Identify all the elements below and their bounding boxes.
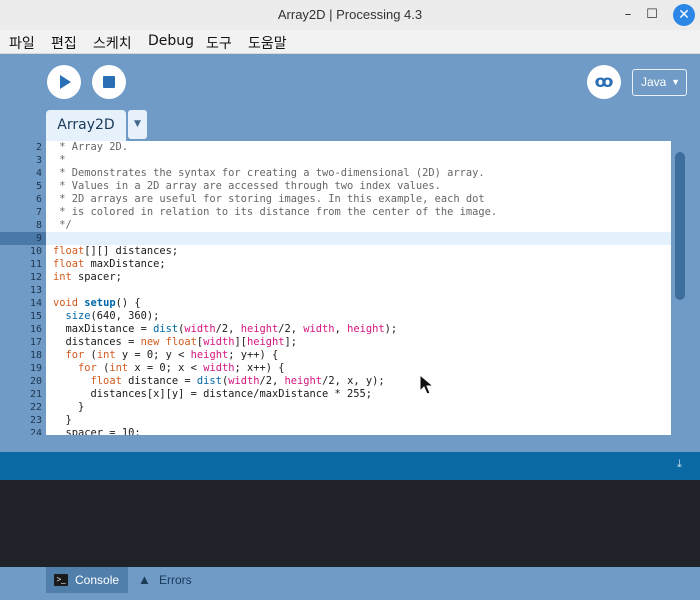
title-bar: Array2D | Processing 4.3 – ☐ ✕: [0, 0, 700, 30]
line-number: 22: [29, 402, 42, 413]
code-line: for (int y = 0; y < height; y++) {: [65, 349, 279, 361]
line-number: 9: [35, 233, 42, 244]
code-line: float[][] distances;: [53, 245, 179, 257]
mode-label: Java: [641, 75, 667, 89]
close-button[interactable]: ✕: [673, 4, 695, 26]
tab-array2d[interactable]: Array2D: [46, 110, 126, 141]
tab-menu-button[interactable]: ▼: [128, 110, 147, 139]
line-number: 16: [29, 324, 42, 335]
line-number: 17: [29, 337, 42, 348]
line-number: 13: [29, 285, 42, 296]
code-line: * Demonstrates the syntax for creating a…: [53, 167, 485, 179]
line-number: 23: [29, 415, 42, 426]
menu-help[interactable]: 도움말: [248, 33, 287, 53]
line-number: 12: [29, 272, 42, 283]
terminal-icon: >_: [54, 574, 68, 586]
stop-button[interactable]: [92, 65, 126, 99]
status-bar: [0, 452, 700, 480]
code-line: * Array 2D.: [53, 141, 129, 153]
code-line: float distance = dist(width/2, height/2,…: [90, 375, 385, 387]
maximize-button[interactable]: ☐: [641, 4, 663, 26]
code-line: */: [53, 219, 72, 231]
code-line: *: [53, 154, 66, 166]
line-number-gutter: 2 3 4 5 6 7 8 9 10 11 12 13 14 15 16 17 18 19 20 21 22 23 24: [0, 141, 46, 435]
line-number: 21: [29, 389, 42, 400]
line-number: 3: [35, 155, 42, 166]
mouse-cursor: [419, 374, 435, 395]
menu-bar: 파일 편집 스케치 Debug 도구 도움말: [0, 30, 700, 54]
line-number: 2: [35, 142, 42, 153]
line-number: 10: [29, 246, 42, 257]
code-line: float maxDistance;: [53, 258, 166, 270]
bottom-tabs: >_ Console ▲ Errors: [0, 567, 700, 598]
toolbar: ꝏ Java ▼: [0, 55, 700, 110]
minimize-button[interactable]: –: [617, 4, 639, 26]
line-number: 19: [29, 363, 42, 374]
line-number: 4: [35, 168, 42, 179]
line-number: 15: [29, 311, 42, 322]
code-line: distances[x][y] = distance/maxDistance *…: [53, 388, 373, 400]
tab-errors-label: Errors: [159, 573, 192, 587]
run-button[interactable]: [47, 65, 81, 99]
menu-debug[interactable]: Debug: [148, 33, 194, 49]
code-line: int spacer;: [53, 271, 122, 283]
window-title: Array2D | Processing 4.3: [277, 7, 423, 22]
line-number: 18: [29, 350, 42, 361]
code-line: size(640, 360);: [65, 310, 160, 322]
code-editor[interactable]: * Array 2D. * * Demonstrates the syntax …: [46, 141, 671, 435]
code-line: spacer = 10;: [53, 427, 141, 435]
line-number: 14: [29, 298, 42, 309]
play-icon: [60, 75, 71, 89]
code-line: * Values in a 2D array are accessed thro…: [53, 180, 441, 192]
menu-sketch[interactable]: 스케치: [93, 33, 132, 53]
menu-tools[interactable]: 도구: [206, 33, 232, 53]
code-line: void setup() {: [53, 297, 141, 309]
code-line: }: [53, 414, 72, 426]
code-line: for (int x = 0; x < width; x++) {: [78, 362, 285, 374]
tab-console-label: Console: [75, 573, 120, 587]
line-number: 7: [35, 207, 42, 218]
collapse-console-icon[interactable]: ⤓: [677, 457, 682, 471]
line-number: 20: [29, 376, 42, 387]
menu-edit[interactable]: 편집: [51, 33, 77, 53]
butterfly-icon: ꝏ: [594, 72, 614, 92]
tab-console[interactable]: >_ Console: [46, 567, 128, 593]
warning-icon: ▲: [138, 572, 151, 587]
menu-file[interactable]: 파일: [9, 33, 35, 53]
vertical-scrollbar-thumb[interactable]: [675, 152, 685, 300]
debug-button[interactable]: ꝏ: [587, 65, 621, 99]
line-number: 8: [35, 220, 42, 231]
line-number: 5: [35, 181, 42, 192]
code-line: * is colored in relation to its distance…: [53, 206, 498, 218]
code-line: distances = new float[width][height];: [53, 336, 298, 348]
tab-errors[interactable]: ▲ Errors: [138, 567, 192, 593]
mode-select[interactable]: Java ▼: [632, 69, 687, 96]
code-line: * 2D arrays are useful for storing image…: [53, 193, 485, 205]
current-line-highlight: [46, 232, 671, 245]
line-number: 6: [35, 194, 42, 205]
code-line: maxDistance = dist(width/2, height/2, wi…: [53, 323, 398, 335]
stop-icon: [103, 76, 115, 88]
line-number: 11: [29, 259, 42, 270]
code-line: }: [53, 401, 85, 413]
chevron-down-icon: ▼: [671, 77, 680, 87]
line-number: 24: [29, 428, 42, 435]
console-output[interactable]: [0, 480, 700, 567]
